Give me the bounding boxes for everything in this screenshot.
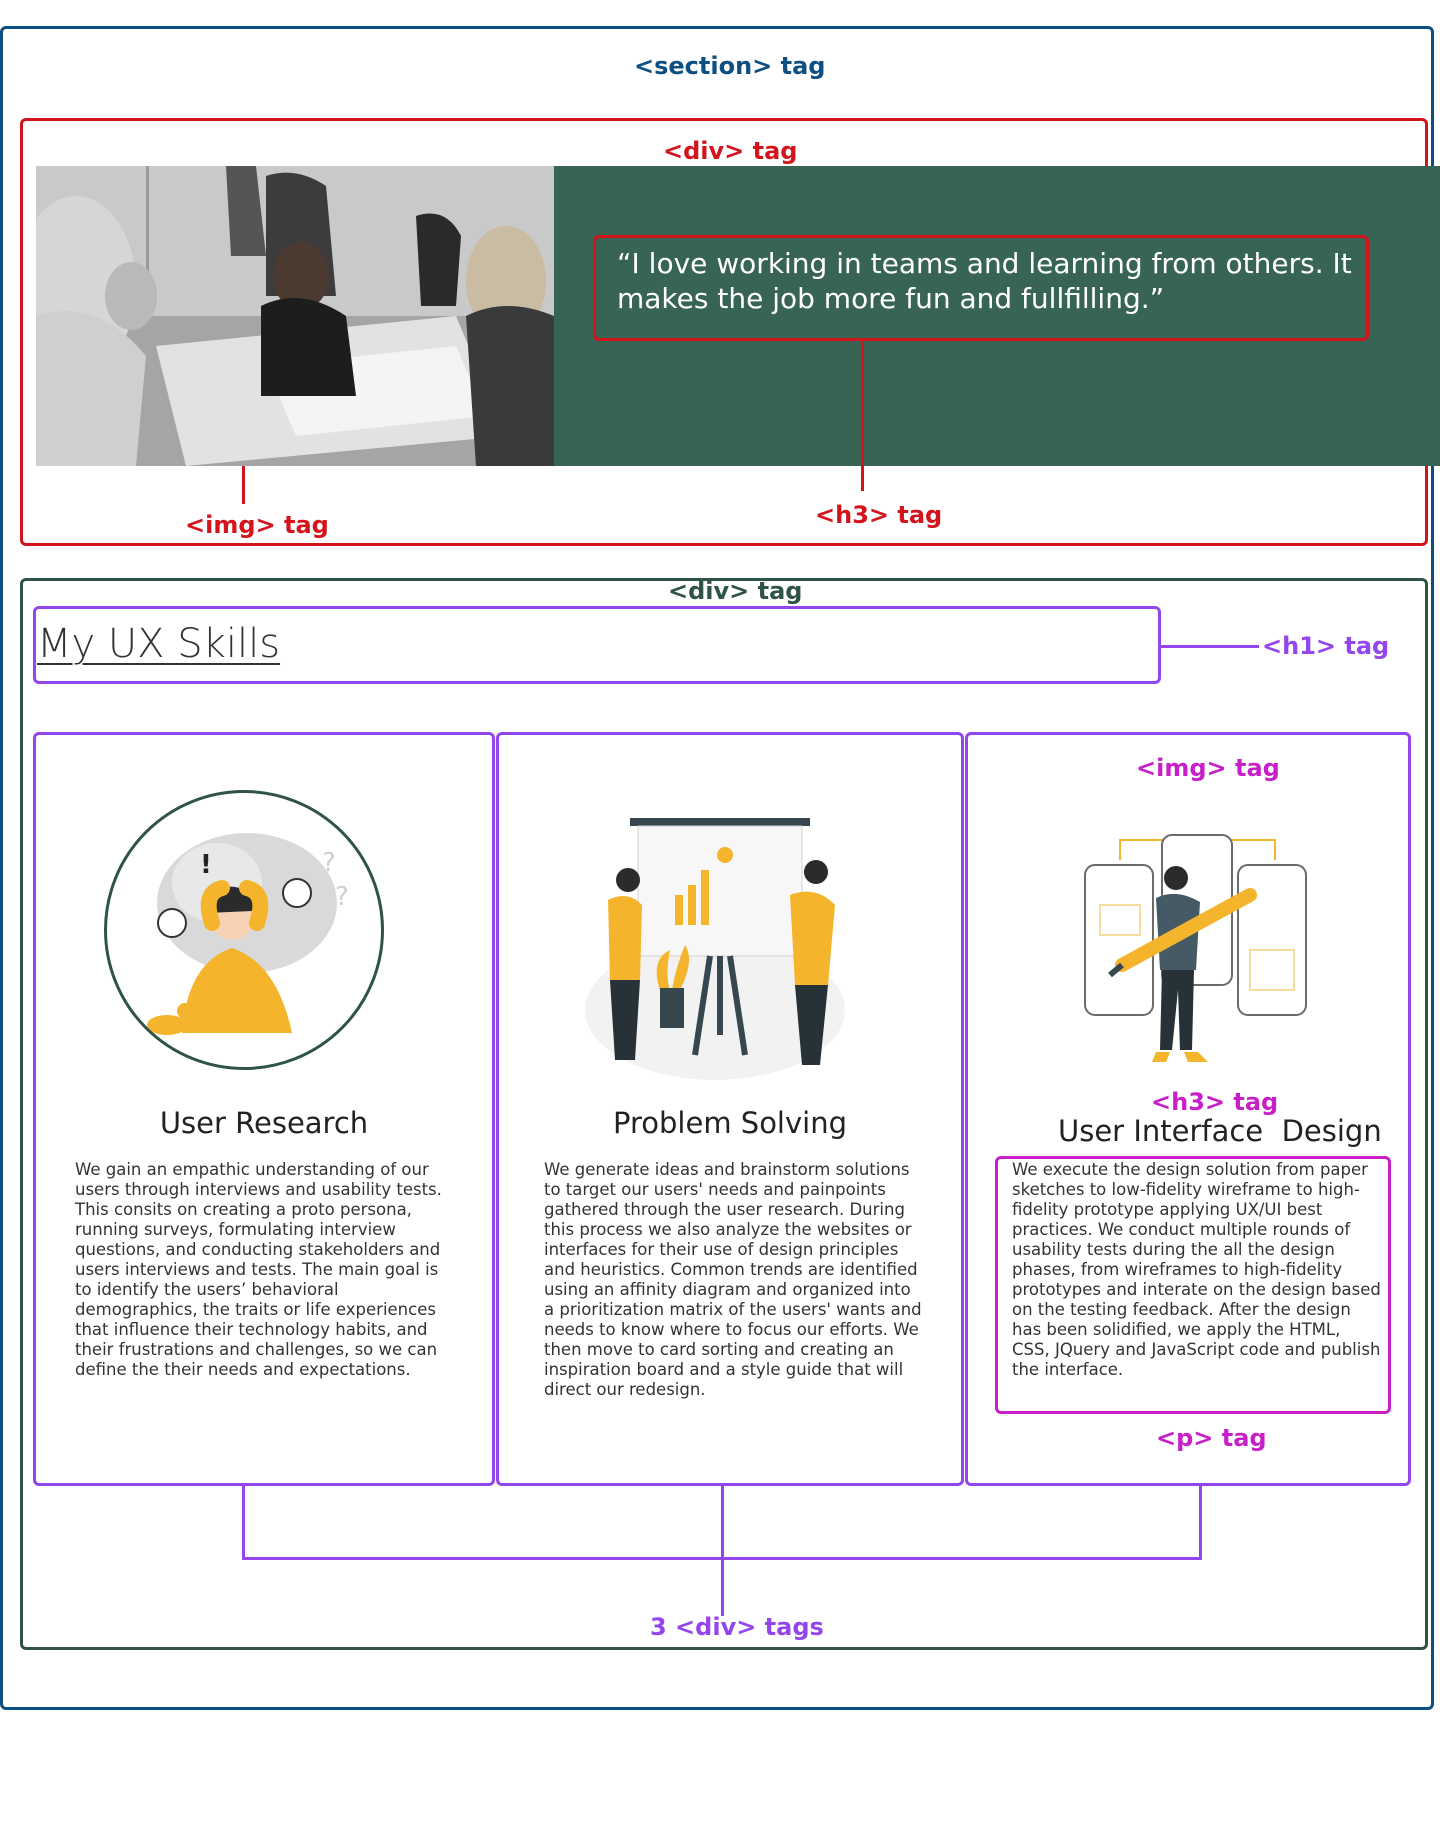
- card-text-user-research: We gain an empathic understanding of our…: [75, 1160, 442, 1379]
- img-tag-label: <img> tag: [185, 511, 329, 539]
- card-text-problem-solving: We generate ideas and brainstorm solutio…: [544, 1160, 922, 1399]
- user-research-illustration: ! ? ?: [104, 790, 384, 1070]
- card-title-ui-design: User Interface Design: [1058, 1114, 1382, 1148]
- problem-solving-illustration: [580, 810, 850, 1080]
- h1-tag-label: <h1> tag: [1262, 632, 1390, 660]
- bottom-div-tag-label: <div> tag: [668, 577, 803, 605]
- top-div-tag-label: <div> tag: [663, 137, 798, 165]
- team-photo: [36, 166, 554, 466]
- bracket-horizontal: [242, 1557, 1202, 1560]
- divs-tag-label: 3 <div> tags: [650, 1613, 824, 1641]
- h3-connector: [861, 341, 864, 491]
- img-card-tag-label: <img> tag: [1136, 754, 1280, 782]
- ui-design-illustration: [1080, 810, 1320, 1070]
- svg-text:?: ?: [322, 848, 336, 878]
- bracket-left-drop: [242, 1486, 245, 1560]
- h1-connector: [1161, 645, 1259, 648]
- card-title-problem-solving: Problem Solving: [613, 1106, 847, 1140]
- bracket-right-drop: [1199, 1486, 1202, 1560]
- h3-tag-label: <h3> tag: [815, 501, 943, 529]
- h3-card-tag-label: <h3> tag: [1151, 1088, 1279, 1116]
- bracket-center-drop: [721, 1486, 724, 1616]
- card-title-user-research: User Research: [159, 1106, 369, 1140]
- svg-text:!: !: [200, 850, 212, 880]
- skills-heading: My UX Skills: [37, 621, 281, 667]
- svg-text:?: ?: [335, 882, 349, 912]
- team-photo-illustration: [36, 166, 554, 466]
- card-text-ui-design: We execute the design solution from pape…: [1012, 1160, 1381, 1379]
- img-connector: [242, 466, 245, 504]
- quote-text: “I love working in teams and learning fr…: [617, 247, 1352, 315]
- section-tag-label: <section> tag: [634, 52, 826, 80]
- p-tag-label: <p> tag: [1156, 1424, 1267, 1452]
